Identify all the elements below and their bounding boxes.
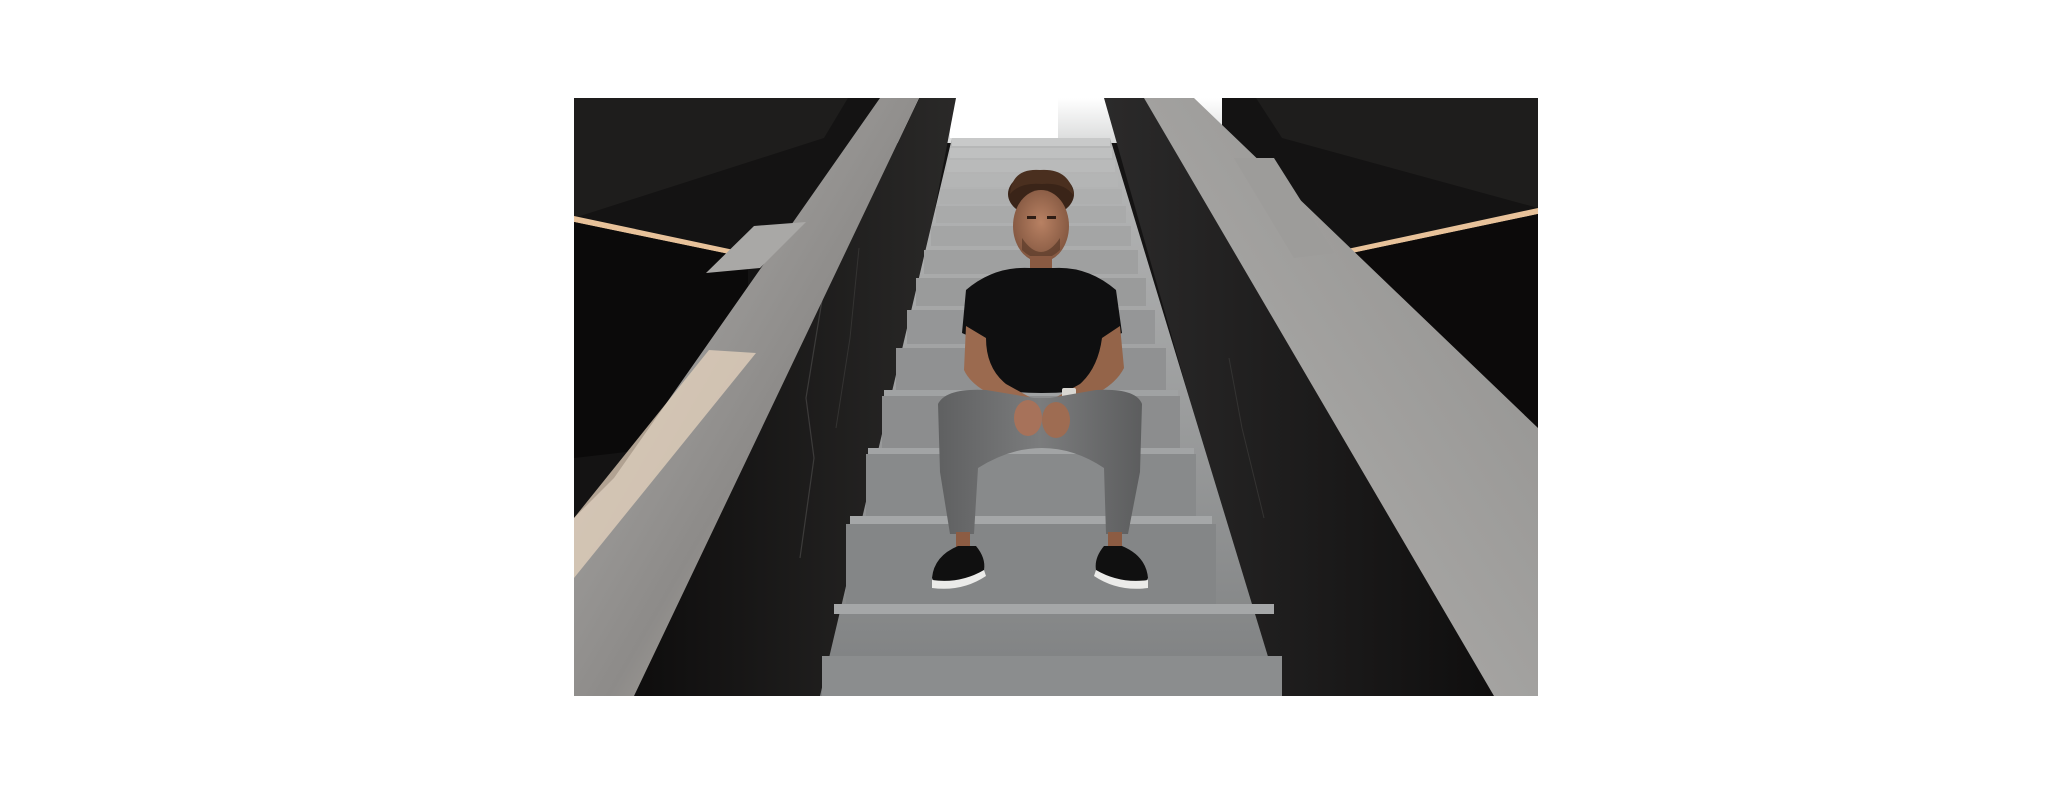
- stair-step: [846, 524, 1216, 604]
- skylight-bright: [950, 98, 1058, 138]
- stair-nosing: [834, 604, 1274, 614]
- left-hand: [1014, 400, 1042, 436]
- stair-step: [950, 148, 1112, 158]
- right-hand: [1042, 402, 1070, 438]
- face: [1013, 190, 1069, 262]
- right-eye: [1047, 216, 1056, 219]
- left-eye: [1027, 216, 1036, 219]
- stair-nosing: [868, 448, 1194, 454]
- stair-step: [952, 138, 1110, 146]
- photo-scene: [574, 98, 1538, 696]
- stair-step: [822, 656, 1282, 696]
- stair-step: [866, 454, 1196, 516]
- left-ankle: [956, 532, 970, 548]
- page-canvas: [0, 0, 2048, 800]
- stair-nosing: [850, 516, 1212, 524]
- photo: [574, 98, 1538, 696]
- right-ankle: [1108, 532, 1122, 548]
